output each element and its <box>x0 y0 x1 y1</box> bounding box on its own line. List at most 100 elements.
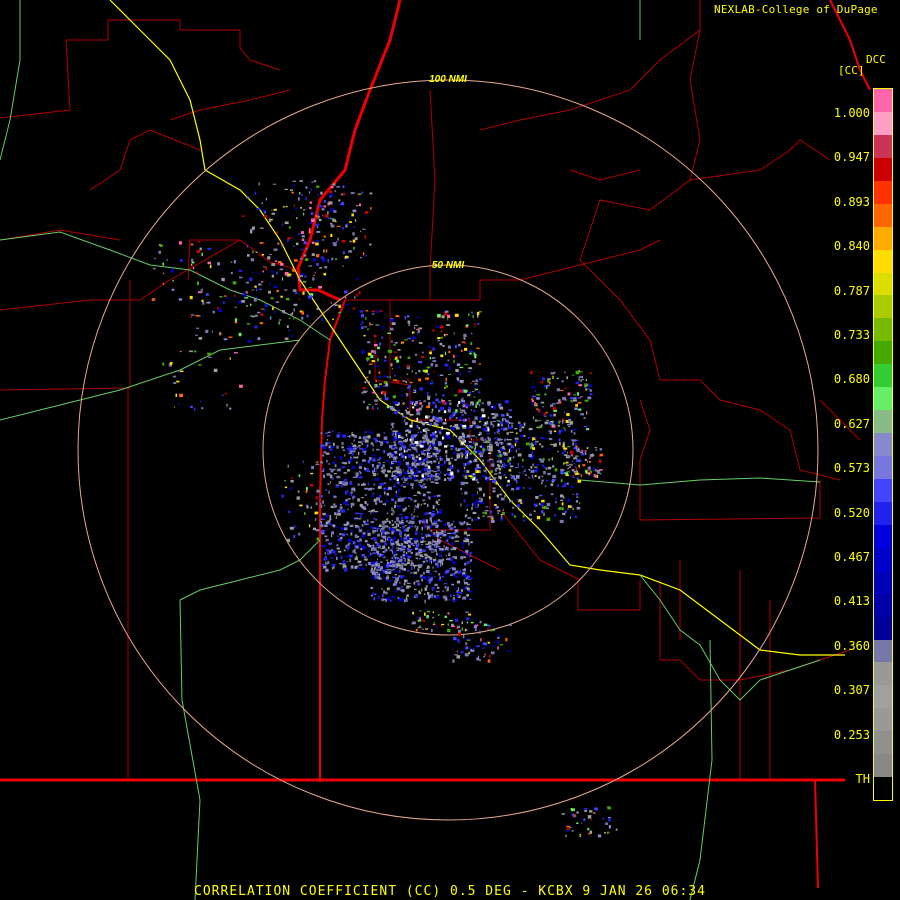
echo-pixel <box>414 504 416 508</box>
echo-pixel <box>511 424 513 428</box>
echo-pixel <box>209 264 212 269</box>
echo-pixel <box>192 267 195 270</box>
echo-pixel <box>432 495 436 497</box>
echo-pixel <box>570 397 575 400</box>
echo-pixel <box>322 512 326 516</box>
echo-pixel <box>543 470 546 475</box>
echo-pixel <box>377 407 379 410</box>
nexlab-credit[interactable]: NEXLAB-College of DuPage <box>714 3 878 16</box>
echo-pixel <box>293 259 298 262</box>
echo-pixel <box>414 540 418 542</box>
echo-pixel <box>444 531 446 534</box>
echo-pixel <box>460 556 463 560</box>
echo-pixel <box>438 499 441 501</box>
echo-pixel <box>402 550 405 553</box>
echo-pixel <box>548 437 553 441</box>
echo-pixel <box>504 400 509 404</box>
echo-pixel <box>417 619 422 622</box>
echo-pixel <box>351 465 355 469</box>
echo-pixel <box>284 188 288 190</box>
echo-pixel <box>551 457 553 461</box>
echo-pixel <box>395 590 398 593</box>
echo-pixel <box>502 464 504 467</box>
echo-pixel <box>515 475 520 479</box>
echo-pixel <box>386 520 391 522</box>
echo-pixel <box>332 566 335 569</box>
echo-pixel <box>511 488 515 491</box>
echo-pixel <box>312 277 315 281</box>
echo-pixel <box>451 542 454 546</box>
echo-pixel <box>428 544 431 546</box>
echo-pixel <box>309 222 313 224</box>
echo-pixel <box>462 596 467 600</box>
echo-pixel <box>407 550 411 553</box>
echo-pixel <box>371 350 374 353</box>
echo-pixel <box>349 558 352 563</box>
echo-pixel <box>422 539 424 541</box>
echo-pixel <box>460 543 465 545</box>
echo-pixel <box>273 285 277 288</box>
echo-pixel <box>427 475 430 478</box>
echo-pixel <box>343 568 348 572</box>
echo-pixel <box>471 451 474 454</box>
echo-pixel <box>415 527 418 532</box>
echo-pixel <box>336 225 341 227</box>
echo-pixel <box>391 472 393 475</box>
echo-pixel <box>462 381 464 384</box>
echo-pixel <box>505 637 508 642</box>
echo-pixel <box>573 428 577 431</box>
echo-pixel <box>564 482 568 486</box>
echo-pixel <box>432 329 435 332</box>
echo-pixel <box>516 432 518 435</box>
echo-pixel <box>358 291 361 295</box>
echo-pixel <box>429 356 432 360</box>
echo-pixel <box>477 503 479 507</box>
echo-pixel <box>406 433 408 437</box>
echo-pixel <box>405 381 407 384</box>
echo-pixel <box>464 402 466 405</box>
echo-pixel <box>353 226 355 228</box>
echo-pixel <box>451 583 455 586</box>
echo-pixel <box>423 502 426 505</box>
echo-pixel <box>435 482 439 484</box>
echo-pixel <box>422 369 426 373</box>
echo-pixel <box>605 822 608 825</box>
echo-pixel <box>371 313 375 315</box>
echo-pixel <box>259 227 264 229</box>
echo-pixel <box>589 389 592 392</box>
echo-pixel <box>284 289 288 291</box>
echo-pixel <box>494 468 497 472</box>
echo-pixel <box>258 182 260 186</box>
echo-pixel <box>257 311 261 314</box>
echo-pixel <box>554 371 556 374</box>
echo-pixel <box>368 487 373 490</box>
echo-pixel <box>533 466 538 468</box>
echo-pixel <box>339 533 342 536</box>
echo-pixel <box>310 472 314 475</box>
echo-pixel <box>336 544 339 546</box>
echo-pixel <box>352 307 355 310</box>
echo-pixel <box>290 480 294 483</box>
echo-pixel <box>409 525 412 528</box>
echo-pixel <box>536 394 541 396</box>
echo-pixel <box>314 518 317 521</box>
echo-pixel <box>265 266 268 271</box>
echo-pixel <box>389 549 393 551</box>
echo-pixel <box>448 366 451 371</box>
echo-pixel <box>369 512 371 515</box>
echo-pixel <box>442 533 447 537</box>
echo-pixel <box>474 382 478 385</box>
echo-pixel <box>348 250 353 253</box>
echo-pixel <box>357 451 360 456</box>
echo-pixel <box>517 421 521 424</box>
echo-pixel <box>351 213 354 217</box>
echo-pixel <box>429 423 432 427</box>
echo-pixel <box>439 576 441 580</box>
echo-pixel <box>348 461 351 464</box>
echo-pixel <box>407 438 409 442</box>
echo-pixel <box>509 469 512 472</box>
echo-pixel <box>458 632 461 636</box>
echo-pixel <box>386 499 389 503</box>
echo-pixel <box>451 625 455 628</box>
echo-pixel <box>472 315 474 319</box>
